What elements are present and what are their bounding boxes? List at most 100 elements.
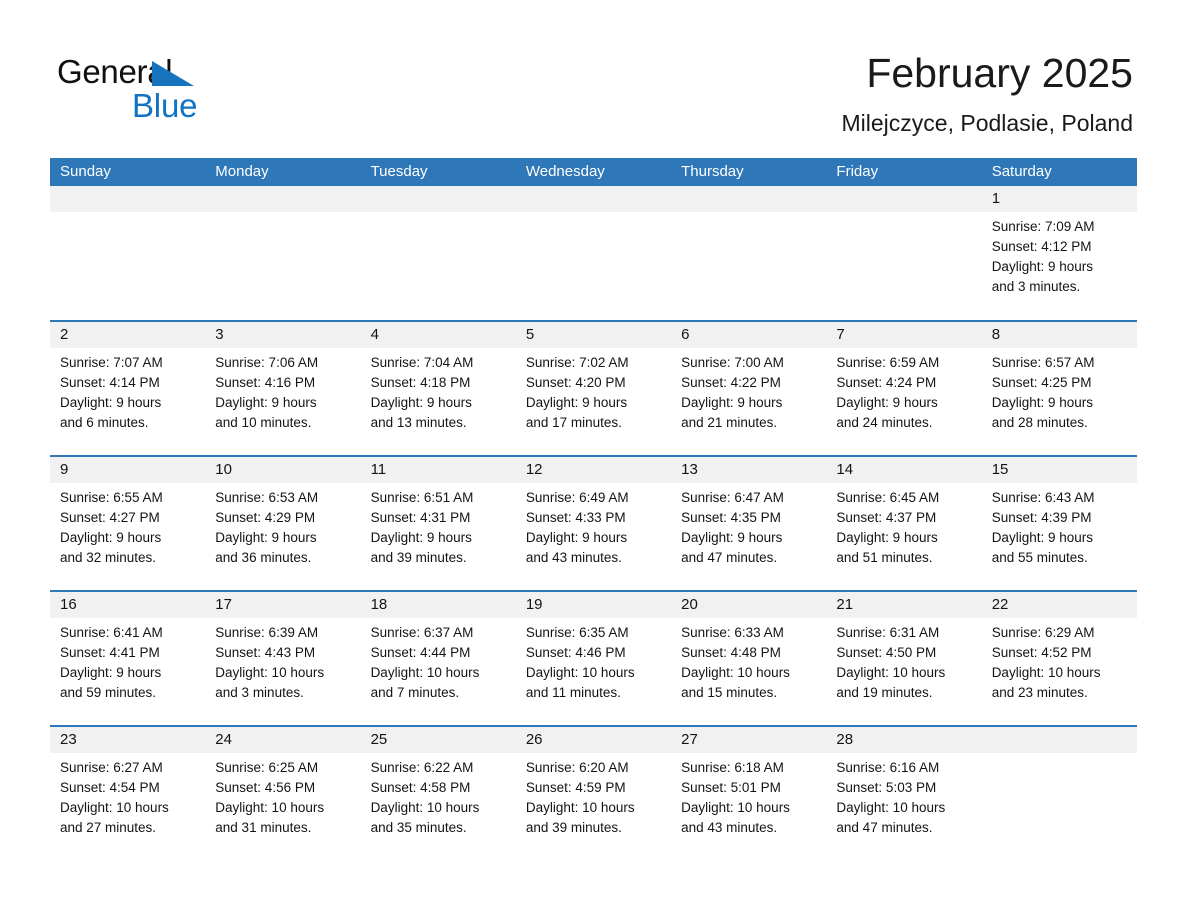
- day-number-band: 1: [981, 186, 1137, 212]
- day-number-band: 11: [360, 457, 516, 483]
- day-number: 16: [60, 596, 77, 613]
- daylight-text-line2: and 59 minutes.: [60, 685, 157, 700]
- sunrise-text: Sunrise: 6:37 AM: [370, 625, 474, 640]
- day-cell[interactable]: 4 Sunrise: 7:04 AM Sunset: 4:18 PM Daylight…: [360, 322, 516, 455]
- daylight-text-line1: Daylight: 9 hours: [370, 395, 472, 410]
- day-sun-info: Sunrise: 6:22 AM Sunset: 4:58 PM Daylight:…: [361, 753, 516, 838]
- day-number-band: 10: [205, 457, 361, 483]
- day-cell[interactable]: 21 Sunrise: 6:31 AM Sunset: 4:50 PM Dayligh…: [826, 592, 982, 725]
- day-number-band: 6: [671, 322, 827, 348]
- sunrise-text: Sunrise: 7:09 AM: [991, 219, 1095, 234]
- daylight-text-line2: and 35 minutes.: [370, 820, 467, 835]
- day-cell[interactable]: 1 Sunrise: 7:09 AM Sunset: 4:12 PM Daylight…: [981, 186, 1137, 320]
- day-number-band: 13: [671, 457, 827, 483]
- day-cell[interactable]: 22 Sunrise: 6:29 AM Sunset: 4:52 PM Dayligh…: [981, 592, 1137, 725]
- sunrise-text: Sunrise: 7:07 AM: [60, 355, 163, 370]
- day-cell[interactable]: 11 Sunrise: 6:51 AM Sunset: 4:31 PM Dayligh…: [360, 457, 516, 590]
- day-cell[interactable]: 26 Sunrise: 6:20 AM Sunset: 4:59 PM Dayligh…: [515, 727, 672, 860]
- daylight-text-line1: Daylight: 10 hours: [60, 800, 169, 815]
- daylight-text-line1: Daylight: 10 hours: [681, 800, 790, 815]
- day-sun-info: Sunrise: 6:20 AM Sunset: 4:59 PM Daylight:…: [516, 753, 671, 838]
- day-number: 11: [370, 461, 387, 478]
- weekday-thursday: Thursday: [681, 163, 744, 180]
- daylight-text-line1: Daylight: 10 hours: [836, 665, 946, 680]
- sunset-text: Sunset: 4:12 PM: [991, 239, 1092, 254]
- day-cell[interactable]: 28 Sunrise: 6:16 AM Sunset: 5:03 PM Dayligh…: [826, 727, 982, 860]
- day-number: 20: [681, 596, 698, 613]
- day-cell[interactable]: 3 Sunrise: 7:06 AM Sunset: 4:16 PM Daylight…: [205, 322, 361, 455]
- weekday-monday: Monday: [215, 163, 269, 180]
- day-cell[interactable]: 16 Sunrise: 6:41 AM Sunset: 4:41 PM Dayligh…: [50, 592, 206, 725]
- day-cell[interactable]: 19 Sunrise: 6:35 AM Sunset: 4:46 PM Dayligh…: [515, 592, 672, 725]
- page-subtitle: Milejczyce, Podlasie, Poland: [841, 110, 1133, 136]
- sunrise-text: Sunrise: 7:00 AM: [681, 355, 784, 370]
- day-cell[interactable]: 8 Sunrise: 6:57 AM Sunset: 4:25 PM Daylight…: [981, 322, 1137, 455]
- sunset-text: Sunset: 4:31 PM: [370, 510, 471, 525]
- day-sun-info: Sunrise: 7:02 AM Sunset: 4:20 PM Daylight:…: [516, 348, 671, 433]
- sunrise-text: Sunrise: 6:29 AM: [991, 625, 1095, 640]
- day-sun-info: Sunrise: 6:31 AM Sunset: 4:50 PM Daylight:…: [826, 618, 981, 703]
- day-cell[interactable]: 17 Sunrise: 6:39 AM Sunset: 4:43 PM Dayligh…: [205, 592, 361, 725]
- daylight-text-line2: and 23 minutes.: [991, 685, 1088, 700]
- day-cell[interactable]: 6 Sunrise: 7:00 AM Sunset: 4:22 PM Daylight…: [671, 322, 827, 455]
- logo-triangle-icon: [152, 61, 194, 86]
- calendar-weeks: 1 Sunrise: 7:09 AM Sunset: 4:12 PM Daylight…: [50, 186, 1137, 860]
- weekday-saturday: Saturday: [991, 163, 1052, 180]
- day-cell[interactable]: 9 Sunrise: 6:55 AM Sunset: 4:27 PM Daylight…: [50, 457, 206, 590]
- daylight-text-line2: and 13 minutes.: [370, 415, 467, 430]
- day-sun-info: Sunrise: 6:47 AM Sunset: 4:35 PM Daylight:…: [671, 483, 826, 568]
- daylight-text-line1: Daylight: 9 hours: [836, 530, 938, 545]
- daylight-text-line1: Daylight: 9 hours: [681, 395, 783, 410]
- calendar-week-row: 2 Sunrise: 7:07 AM Sunset: 4:14 PM Daylight…: [50, 320, 1137, 455]
- day-cell-empty: [981, 727, 1137, 860]
- sunset-text: Sunset: 4:43 PM: [215, 645, 316, 660]
- day-cell[interactable]: 5 Sunrise: 7:02 AM Sunset: 4:20 PM Daylight…: [515, 322, 672, 455]
- daylight-text-line2: and 51 minutes.: [836, 550, 933, 565]
- daylight-text-line1: Daylight: 10 hours: [215, 800, 325, 815]
- day-cell[interactable]: 25 Sunrise: 6:22 AM Sunset: 4:58 PM Dayligh…: [360, 727, 516, 860]
- day-sun-info: Sunrise: 6:27 AM Sunset: 4:54 PM Daylight:…: [50, 753, 205, 838]
- daylight-text-line2: and 6 minutes.: [60, 415, 149, 430]
- day-cell[interactable]: 10 Sunrise: 6:53 AM Sunset: 4:29 PM Dayligh…: [205, 457, 361, 590]
- day-cell[interactable]: 23 Sunrise: 6:27 AM Sunset: 4:54 PM Dayligh…: [50, 727, 206, 860]
- day-cell[interactable]: 12 Sunrise: 6:49 AM Sunset: 4:33 PM Dayligh…: [515, 457, 672, 590]
- day-sun-info: Sunrise: 6:41 AM Sunset: 4:41 PM Daylight:…: [50, 618, 205, 703]
- day-cell[interactable]: 14 Sunrise: 6:45 AM Sunset: 4:37 PM Dayligh…: [826, 457, 982, 590]
- sunrise-text: Sunrise: 6:33 AM: [681, 625, 784, 640]
- sunset-text: Sunset: 4:14 PM: [60, 375, 160, 390]
- day-cell[interactable]: 18 Sunrise: 6:37 AM Sunset: 4:44 PM Dayligh…: [360, 592, 516, 725]
- sunrise-text: Sunrise: 6:31 AM: [836, 625, 940, 640]
- daylight-text-line1: Daylight: 9 hours: [525, 530, 628, 545]
- day-number: 3: [215, 326, 224, 343]
- daylight-text-line1: Daylight: 10 hours: [991, 665, 1101, 680]
- day-cell[interactable]: 13 Sunrise: 6:47 AM Sunset: 4:35 PM Dayligh…: [671, 457, 827, 590]
- daylight-text-line2: and 43 minutes.: [681, 820, 778, 835]
- day-sun-info: Sunrise: 6:55 AM Sunset: 4:27 PM Daylight:…: [50, 483, 205, 568]
- sunrise-text: Sunrise: 6:45 AM: [836, 490, 940, 505]
- sunset-text: Sunset: 4:46 PM: [525, 645, 626, 660]
- day-cell[interactable]: 15 Sunrise: 6:43 AM Sunset: 4:39 PM Dayligh…: [981, 457, 1137, 590]
- day-cell[interactable]: 7 Sunrise: 6:59 AM Sunset: 4:24 PM Daylight…: [826, 322, 982, 455]
- day-number: 6: [681, 326, 690, 343]
- sunrise-text: Sunrise: 6:27 AM: [60, 760, 163, 775]
- day-cell[interactable]: 20 Sunrise: 6:33 AM Sunset: 4:48 PM Dayligh…: [671, 592, 827, 725]
- calendar-grid: Sunday Monday Tuesday Wednesday Thursday…: [50, 158, 1137, 860]
- day-cell[interactable]: 24 Sunrise: 6:25 AM Sunset: 4:56 PM Dayligh…: [205, 727, 361, 860]
- day-number: 8: [991, 326, 1001, 343]
- daylight-text-line1: Daylight: 10 hours: [525, 800, 635, 815]
- day-cell[interactable]: 2 Sunrise: 7:07 AM Sunset: 4:14 PM Daylight…: [50, 322, 206, 455]
- page-header: General Blue February 2025 Milejczyce, P…: [0, 0, 1188, 155]
- day-number-band: 24: [205, 727, 361, 753]
- calendar-week-row: 23 Sunrise: 6:27 AM Sunset: 4:54 PM Dayligh…: [50, 725, 1137, 860]
- day-sun-info: Sunrise: 6:35 AM Sunset: 4:46 PM Daylight:…: [516, 618, 671, 703]
- day-number: 22: [991, 596, 1009, 613]
- day-number-band: 15: [981, 457, 1137, 483]
- sunset-text: Sunset: 4:35 PM: [681, 510, 781, 525]
- day-number: 24: [215, 731, 232, 748]
- daylight-text-line1: Daylight: 9 hours: [60, 665, 162, 680]
- day-number: 12: [525, 461, 543, 478]
- sunrise-text: Sunrise: 6:53 AM: [215, 490, 319, 505]
- day-number: 14: [836, 461, 854, 478]
- day-cell[interactable]: 27 Sunrise: 6:18 AM Sunset: 5:01 PM Dayligh…: [671, 727, 827, 860]
- page-title: February 2025: [866, 50, 1133, 96]
